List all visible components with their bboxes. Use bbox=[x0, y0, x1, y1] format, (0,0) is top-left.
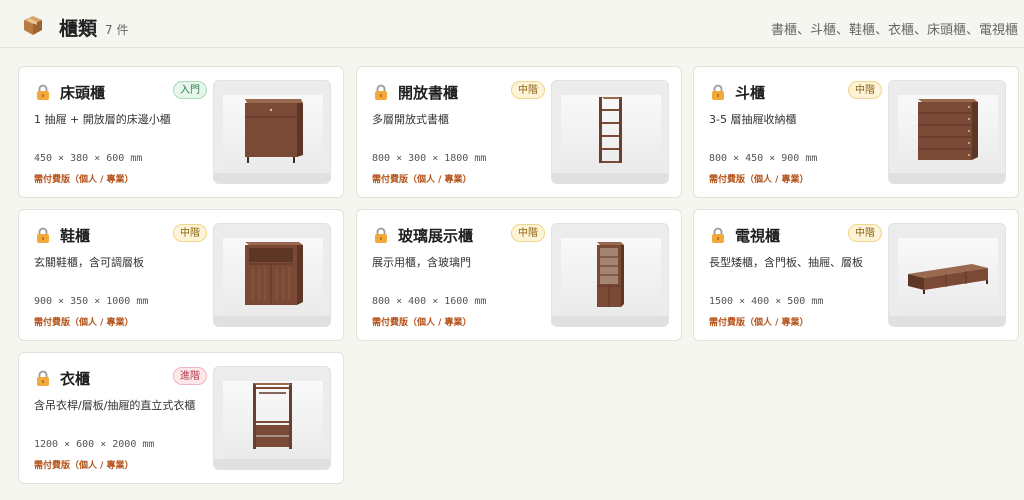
model-preview bbox=[213, 223, 331, 327]
package-icon bbox=[24, 16, 42, 35]
page-title: 櫃類 bbox=[59, 18, 98, 40]
template-card-wardrobe[interactable]: 衣櫃 進階 含吊衣桿/層板/抽屜的直立式衣櫃 1200 × 600 × 2000… bbox=[18, 352, 344, 484]
card-description: 玄關鞋櫃，含可調層板 bbox=[34, 256, 144, 269]
template-card-glass-display[interactable]: 玻璃展示櫃 中階 展示用櫃，含玻璃門 800 × 400 × 1600 mm 需… bbox=[356, 209, 682, 341]
drawer-chest-model bbox=[918, 99, 978, 160]
model-preview bbox=[213, 80, 331, 184]
template-card-nightstand[interactable]: 床頭櫃 入門 1 抽屜 + 開放層的床邊小櫃 450 × 380 × 600 m… bbox=[18, 66, 344, 198]
card-description: 3-5 層抽屜收納櫃 bbox=[709, 113, 797, 126]
card-title: 衣櫃 bbox=[60, 370, 91, 388]
lock-icon bbox=[37, 370, 49, 386]
model-preview bbox=[551, 80, 669, 184]
level-badge: 進階 bbox=[173, 367, 207, 385]
model-preview bbox=[888, 223, 1006, 327]
wardrobe-model bbox=[253, 383, 292, 449]
lock-icon bbox=[375, 227, 387, 243]
level-badge: 中階 bbox=[848, 224, 882, 242]
category-list: 書櫃、斗櫃、鞋櫃、衣櫃、床頭櫃、電視櫃 bbox=[770, 23, 1018, 38]
model-preview bbox=[551, 223, 669, 327]
item-count: 7 件 bbox=[105, 23, 129, 37]
card-title: 斗櫃 bbox=[735, 84, 766, 102]
card-description: 展示用櫃，含玻璃門 bbox=[372, 256, 471, 269]
template-card-tv-stand[interactable]: 電視櫃 中階 長型矮櫃，含門板、抽屜、層板 1500 × 400 × 500 m… bbox=[693, 209, 1019, 341]
template-card-shoe-cabinet[interactable]: 鞋櫃 中階 玄關鞋櫃，含可調層板 900 × 350 × 1000 mm 需付費… bbox=[18, 209, 344, 341]
card-title: 電視櫃 bbox=[735, 227, 781, 245]
card-dimensions: 1200 × 600 × 2000 mm bbox=[34, 439, 155, 450]
model-preview bbox=[213, 366, 331, 470]
level-badge: 入門 bbox=[173, 81, 207, 99]
lock-icon bbox=[37, 84, 49, 100]
card-description: 多層開放式書櫃 bbox=[372, 113, 449, 126]
card-description: 含吊衣桿/層板/抽屜的直立式衣櫃 bbox=[34, 399, 196, 412]
lock-icon bbox=[712, 227, 724, 243]
template-card-open-bookshelf[interactable]: 開放書櫃 中階 多層開放式書櫃 800 × 300 × 1800 mm 需付費版… bbox=[356, 66, 682, 198]
card-title: 玻璃展示櫃 bbox=[398, 227, 474, 245]
level-badge: 中階 bbox=[848, 81, 882, 99]
paid-notice: 需付費版（個人 / 專業） bbox=[372, 175, 472, 185]
level-badge: 中階 bbox=[173, 224, 207, 242]
paid-notice: 需付費版（個人 / 專業） bbox=[372, 318, 472, 328]
card-title: 床頭櫃 bbox=[60, 84, 106, 102]
bookshelf-model bbox=[599, 97, 622, 163]
lock-icon bbox=[37, 227, 49, 243]
template-card-chest-of-drawers[interactable]: 斗櫃 中階 3-5 層抽屜收納櫃 800 × 450 × 900 mm 需付費版… bbox=[693, 66, 1019, 198]
nightstand-model bbox=[245, 99, 303, 163]
model-preview bbox=[888, 80, 1006, 184]
shoe-cabinet-model bbox=[245, 242, 303, 305]
card-description: 1 抽屜 + 開放層的床邊小櫃 bbox=[34, 113, 171, 126]
page-header: 櫃類 7 件 書櫃、斗櫃、鞋櫃、衣櫃、床頭櫃、電視櫃 bbox=[0, 0, 1024, 48]
display-cabinet-model bbox=[597, 242, 624, 307]
paid-notice: 需付費版（個人 / 專業） bbox=[34, 461, 134, 471]
lock-icon bbox=[712, 84, 724, 100]
level-badge: 中階 bbox=[511, 81, 545, 99]
level-badge: 中階 bbox=[511, 224, 545, 242]
card-dimensions: 800 × 300 × 1800 mm bbox=[372, 153, 487, 164]
card-title: 開放書櫃 bbox=[398, 84, 459, 102]
card-dimensions: 800 × 450 × 900 mm bbox=[709, 153, 818, 164]
card-title: 鞋櫃 bbox=[60, 227, 91, 245]
paid-notice: 需付費版（個人 / 專業） bbox=[34, 175, 134, 185]
card-dimensions: 800 × 400 × 1600 mm bbox=[372, 296, 487, 307]
card-dimensions: 1500 × 400 × 500 mm bbox=[709, 296, 824, 307]
tv-stand-model bbox=[908, 264, 988, 294]
card-dimensions: 450 × 380 × 600 mm bbox=[34, 153, 143, 164]
lock-icon bbox=[375, 84, 387, 100]
card-dimensions: 900 × 350 × 1000 mm bbox=[34, 296, 149, 307]
paid-notice: 需付費版（個人 / 專業） bbox=[709, 318, 809, 328]
card-description: 長型矮櫃，含門板、抽屜、層板 bbox=[709, 256, 863, 269]
paid-notice: 需付費版（個人 / 專業） bbox=[709, 175, 809, 185]
paid-notice: 需付費版（個人 / 專業） bbox=[34, 318, 134, 328]
